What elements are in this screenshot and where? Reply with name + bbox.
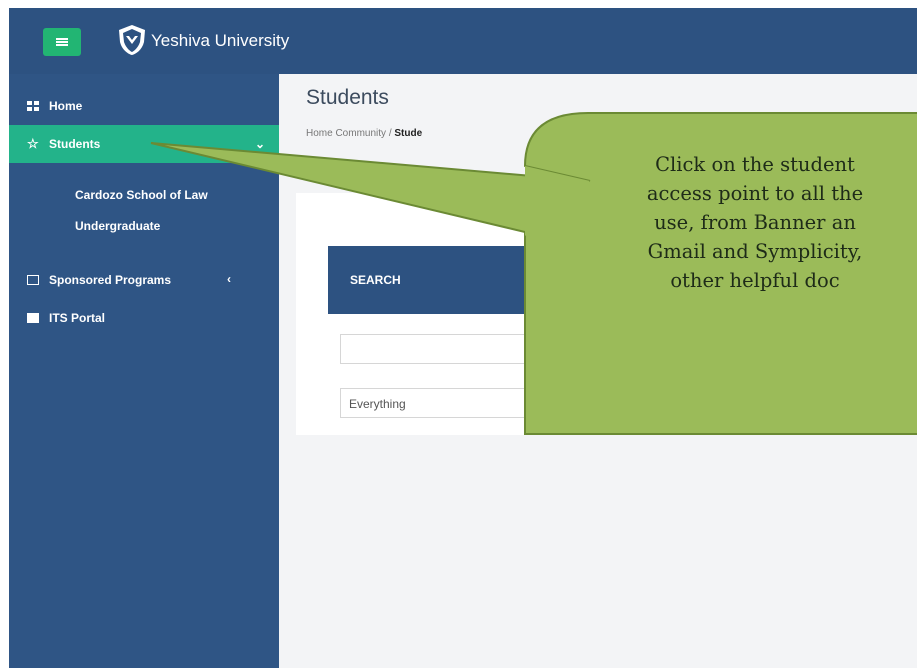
chevron-down-icon: ⌄ bbox=[255, 137, 266, 151]
chevron-left-icon: ‹ bbox=[227, 272, 231, 286]
sidebar-item-label: Students bbox=[49, 137, 101, 151]
grid-icon bbox=[27, 101, 39, 111]
callout-line: use, from Banner an bbox=[654, 211, 856, 234]
image-icon bbox=[27, 275, 39, 285]
sidebar-item-label: Sponsored Programs bbox=[49, 273, 172, 287]
star-icon: ☆ bbox=[27, 136, 39, 151]
sidebar-item-label: Home bbox=[49, 99, 83, 113]
sidebar-item-students[interactable]: ☆ Students ⌄ bbox=[9, 125, 279, 163]
sidebar-subitem-cardozo[interactable]: Cardozo School of Law bbox=[75, 188, 208, 202]
search-input[interactable] bbox=[340, 334, 640, 364]
callout-line: Gmail and Symplicity, bbox=[647, 240, 863, 263]
page-title: Students bbox=[306, 86, 389, 109]
sidebar-item-sponsored-programs[interactable]: Sponsored Programs ‹ bbox=[9, 261, 279, 299]
sidebar-subitem-undergraduate[interactable]: Undergraduate bbox=[75, 219, 160, 233]
callout-line: other helpful doc bbox=[670, 269, 840, 292]
breadcrumb-separator: / bbox=[388, 128, 392, 139]
university-shield-logo-icon bbox=[119, 25, 145, 55]
hamburger-icon bbox=[56, 38, 68, 46]
search-scope-select[interactable]: Everything bbox=[340, 388, 640, 418]
breadcrumb: Home Community / Stude bbox=[306, 128, 422, 139]
sidebar-item-its-portal[interactable]: ITS Portal bbox=[9, 299, 279, 337]
sidebar-item-home[interactable]: Home bbox=[9, 87, 279, 125]
sidebar: Home ☆ Students ⌄ Cardozo School of Law … bbox=[9, 74, 279, 668]
top-bar: Yeshiva University bbox=[9, 8, 917, 74]
callout-line: Click on the student bbox=[655, 153, 855, 176]
breadcrumb-current: Stude bbox=[394, 128, 423, 139]
brand-title[interactable]: Yeshiva University bbox=[151, 31, 289, 51]
callout-line: access point to all the bbox=[646, 182, 864, 205]
sidebar-item-label: ITS Portal bbox=[49, 311, 106, 325]
breadcrumb-home-community[interactable]: Home Community bbox=[306, 128, 386, 139]
callout-text: Click on the student access point to all… bbox=[545, 150, 917, 295]
menu-toggle-button[interactable] bbox=[43, 28, 81, 56]
mail-icon bbox=[27, 313, 39, 323]
